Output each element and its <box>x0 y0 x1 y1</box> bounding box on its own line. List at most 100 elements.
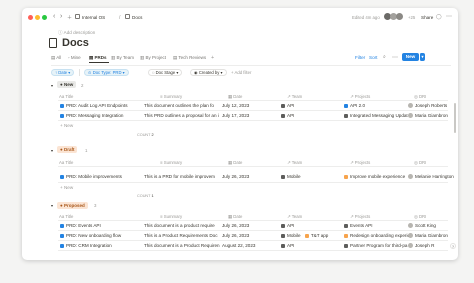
row-dri[interactable]: Maria Giambron <box>408 233 448 238</box>
forward-arrow-icon[interactable]: › <box>60 13 62 20</box>
row-project[interactable]: Improve mobile experience <box>344 174 405 179</box>
tab-by-project[interactable]: ▥ By Project <box>140 55 166 61</box>
group-name: Draft <box>63 147 75 152</box>
table-row-title[interactable]: PRD: CRM Integration <box>60 243 112 248</box>
doc-stage-filter-chip[interactable]: ◌ Doc Stage ▾ <box>148 69 183 76</box>
add-view-icon[interactable]: + <box>211 55 214 61</box>
share-button[interactable]: Share <box>421 15 433 20</box>
collapse-group-new-icon[interactable]: ▾ <box>51 83 53 88</box>
new-button[interactable]: New <box>402 53 419 61</box>
new-row-button[interactable]: + New <box>60 185 73 190</box>
tab-by-team[interactable]: ▥ By Team <box>111 55 134 61</box>
row-dri[interactable]: Joseph Roberts <box>408 103 447 108</box>
tab-label: By Team <box>116 55 134 60</box>
date-filter-chip[interactable]: ↑ Date ▾ <box>51 69 75 76</box>
avatar <box>408 174 413 179</box>
minimize-window-button[interactable] <box>35 15 40 20</box>
row-project[interactable]: Partner Program for third-pa <box>344 243 407 248</box>
team-icon <box>304 233 309 238</box>
collapse-group-draft-icon[interactable]: ▾ <box>51 148 53 153</box>
comments-icon[interactable]: ◯ <box>436 14 442 20</box>
tab-prds[interactable]: ▤ PRDs <box>89 55 107 61</box>
back-arrow-icon[interactable]: ‹ <box>53 13 55 20</box>
breadcrumb-docs[interactable]: Docs <box>132 15 142 20</box>
column-header-team[interactable]: ↗ Team <box>287 94 302 100</box>
more-view-options-icon[interactable]: ⋯ <box>392 54 398 61</box>
row-team[interactable]: API <box>281 243 294 248</box>
collaborator-avatar[interactable] <box>396 13 403 20</box>
filter-divider <box>79 69 80 76</box>
row-dri[interactable]: Joseph R <box>408 243 434 248</box>
tab-mine[interactable]: ◦ Mine <box>68 55 81 60</box>
dri-name: Melanie Harrington <box>415 174 454 179</box>
row-team[interactable]: API <box>281 103 294 108</box>
created-by-filter-chip[interactable]: ◉ Created by ▾ <box>190 69 227 76</box>
help-button[interactable]: ? <box>450 243 456 249</box>
tab-label: PRDs <box>94 55 107 60</box>
collaborator-count[interactable]: +25 <box>408 15 415 20</box>
column-header-title[interactable]: Aa Title <box>59 214 73 219</box>
column-header-summary[interactable]: ≡ Summary <box>160 160 182 165</box>
row-project[interactable]: Events API <box>344 223 372 228</box>
table-row-title[interactable]: PRD: Mobile improvements <box>60 174 122 179</box>
add-filter-button[interactable]: + Add filter <box>231 70 251 75</box>
collapse-group-proposed-icon[interactable]: ▾ <box>51 203 53 208</box>
sort-button[interactable]: Sort <box>369 55 377 60</box>
filter-button[interactable]: Filter <box>355 55 365 60</box>
row-dri[interactable]: Maria Giambron <box>408 113 448 118</box>
zoom-window-button[interactable] <box>42 15 47 20</box>
new-row-button[interactable]: + New <box>60 123 73 128</box>
column-header-title[interactable]: Aa Title <box>59 94 73 99</box>
new-dropdown-chevron-icon[interactable]: ▾ <box>419 53 425 61</box>
row-dri[interactable]: Melanie Harrington <box>408 174 454 179</box>
row-dri[interactable]: Scott King <box>408 223 436 228</box>
table-row-title[interactable]: PRD: Messaging Integration <box>60 113 123 118</box>
table-row-title[interactable]: PRD: Audit Log API Endpoints <box>60 103 128 108</box>
row-title: PRD: Messaging Integration <box>66 113 124 118</box>
column-label: Team <box>291 94 303 99</box>
row-project[interactable]: API 2.0 <box>344 103 365 108</box>
close-window-button[interactable] <box>28 15 33 20</box>
new-page-icon[interactable]: ＋ <box>67 14 72 21</box>
toolbar-divider <box>51 65 451 66</box>
column-label: Title <box>65 160 74 165</box>
row-team[interactable]: Mobile T&T app <box>281 233 328 238</box>
row-date: July 26, 2023 <box>222 174 250 179</box>
tab-label: Mine <box>70 55 81 60</box>
edited-timestamp: Edited 4m ago <box>352 15 380 20</box>
tab-tech-reviews[interactable]: ▤ Tech Reviews <box>173 55 206 61</box>
vertical-scrollbar[interactable] <box>454 103 456 133</box>
group-count: 2 <box>81 82 84 88</box>
column-header-date[interactable]: ▦ Date <box>228 94 242 100</box>
row-project[interactable]: Redesign onboarding experie <box>344 233 410 238</box>
breadcrumb-internal-os[interactable]: Internal OS <box>82 15 105 20</box>
project-icon <box>344 223 348 228</box>
more-options-icon[interactable]: ⋯ <box>446 13 452 20</box>
column-header-summary[interactable]: ≡ Summary <box>160 214 182 219</box>
row-date: July 26, 2023 <box>222 223 250 228</box>
column-header-projects[interactable]: ↗ Projects <box>350 94 370 100</box>
search-icon[interactable]: ⌕ <box>383 54 386 60</box>
page-title: Docs <box>62 36 89 49</box>
column-label: Summary <box>163 160 183 165</box>
avatar <box>408 233 413 238</box>
table-row-title[interactable]: PRD: New onboarding flow <box>60 233 121 238</box>
team-label: Mobile <box>287 174 301 179</box>
table-row-title[interactable]: PRD: Events API <box>60 223 101 228</box>
group-count: 1 <box>85 147 88 153</box>
tab-all[interactable]: ▤ All <box>51 55 61 61</box>
group-calculation[interactable]: COUNT 2 <box>137 133 154 137</box>
row-project[interactable]: Integrated Messaging Updat <box>344 113 408 118</box>
row-divider <box>58 250 448 251</box>
row-divider <box>58 166 448 167</box>
row-team[interactable]: Mobile <box>281 174 301 179</box>
add-description-button[interactable]: ⓘ Add description <box>58 30 95 36</box>
row-team[interactable]: API <box>281 223 294 228</box>
row-team[interactable]: API <box>281 113 294 118</box>
doc-type-filter-chip[interactable]: ⊙ Doc Type: PRD ▾ <box>84 69 129 76</box>
avatar <box>408 103 413 108</box>
column-header-title[interactable]: Aa Title <box>59 160 73 165</box>
group-calculation[interactable]: COUNT 1 <box>137 194 154 198</box>
column-header-dri[interactable]: ◎ DRI <box>414 94 426 100</box>
column-header-summary[interactable]: ≡ Summary <box>160 94 182 99</box>
